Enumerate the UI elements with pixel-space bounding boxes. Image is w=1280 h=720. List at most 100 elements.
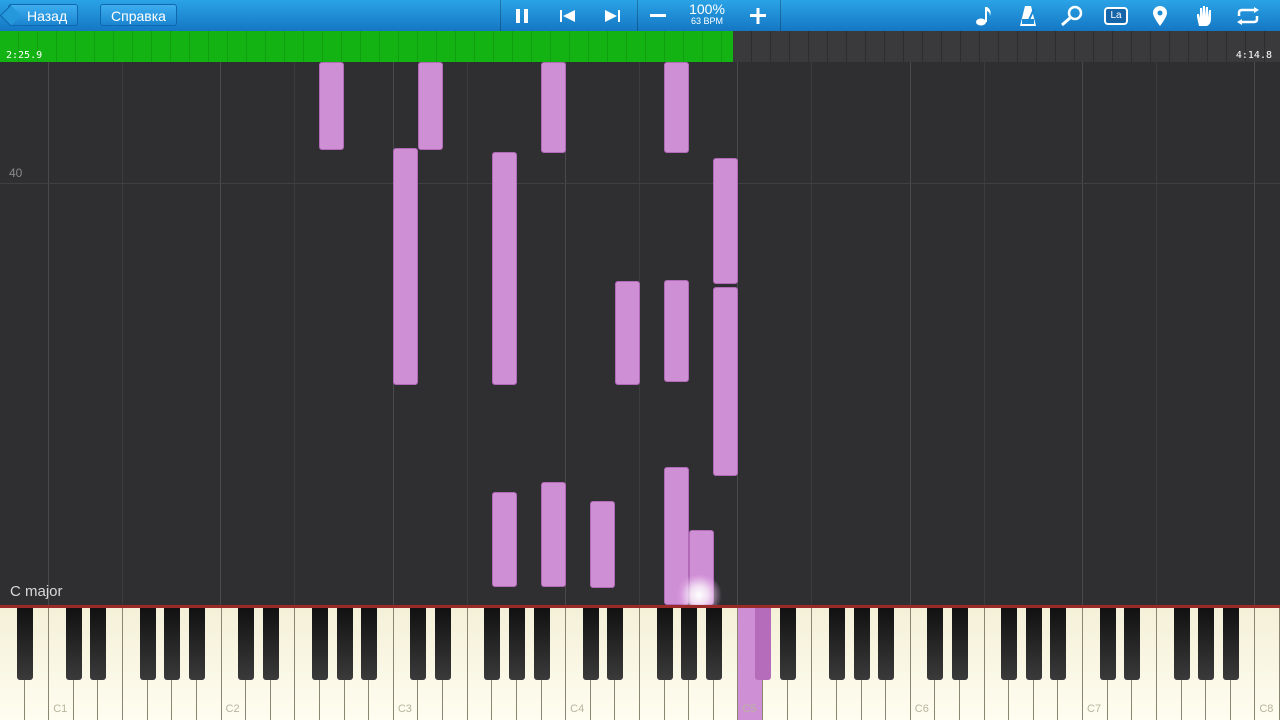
octave-label: C3 [397, 703, 412, 715]
black-key[interactable] [927, 608, 944, 680]
black-key[interactable] [779, 608, 796, 680]
black-key[interactable] [336, 608, 353, 680]
octave-label: C4 [570, 703, 585, 715]
black-key[interactable] [361, 608, 378, 680]
black-key[interactable] [65, 608, 82, 680]
octave-label: C2 [225, 703, 240, 715]
black-key[interactable] [435, 608, 452, 680]
black-key[interactable] [755, 608, 772, 680]
black-key[interactable] [262, 608, 279, 680]
seek-bar-remaining [733, 31, 1280, 62]
black-key[interactable] [1001, 608, 1018, 680]
black-key[interactable] [1099, 608, 1116, 680]
black-key[interactable] [188, 608, 205, 680]
black-key[interactable] [1050, 608, 1067, 680]
note [713, 158, 738, 284]
metronome-button[interactable] [1014, 0, 1042, 31]
note [541, 62, 566, 153]
octave-line [220, 62, 221, 605]
pause-button[interactable] [507, 0, 537, 31]
note [664, 280, 689, 382]
toolbar: Назад Справка 100% 63 BPM La [0, 0, 1280, 31]
black-key[interactable] [484, 608, 501, 680]
next-icon [605, 9, 620, 22]
speed-bpm: 63 BPM [690, 16, 723, 26]
note [664, 62, 689, 153]
black-key[interactable] [656, 608, 673, 680]
octave-line [1082, 62, 1083, 605]
black-key[interactable] [607, 608, 624, 680]
zoom-button[interactable] [1058, 0, 1086, 31]
piano-roll[interactable]: 40 C major [0, 62, 1280, 605]
loop-button[interactable] [1233, 0, 1263, 31]
key-line [122, 62, 123, 605]
key-line [1156, 62, 1157, 605]
note-icon [976, 6, 991, 25]
black-key[interactable] [238, 608, 255, 680]
octave-label: C7 [1087, 703, 1102, 715]
total-time: 4:14.8 [1235, 50, 1272, 61]
black-key[interactable] [1124, 608, 1141, 680]
octave-line [48, 62, 49, 605]
black-key[interactable] [1025, 608, 1042, 680]
previous-button[interactable] [553, 0, 583, 31]
black-key[interactable] [533, 608, 550, 680]
note [713, 287, 738, 476]
octave-label: C5 [742, 703, 757, 715]
speed-percent: 100% [689, 1, 725, 17]
key-signature: C major [10, 583, 63, 600]
black-key[interactable] [311, 608, 328, 680]
tempo-up-button[interactable] [743, 0, 773, 31]
toolbar-divider [500, 0, 501, 31]
black-key[interactable] [1198, 608, 1215, 680]
plus-icon [750, 7, 766, 24]
toolbar-divider [637, 0, 638, 31]
hand-icon [1197, 5, 1211, 26]
notes-button[interactable] [970, 0, 998, 31]
back-button[interactable]: Назад [8, 4, 79, 26]
note [615, 281, 640, 385]
octave-line [1254, 62, 1255, 605]
pause-icon [516, 8, 528, 23]
black-key[interactable] [951, 608, 968, 680]
black-key[interactable] [164, 608, 181, 680]
note [319, 62, 344, 150]
hands-button[interactable] [1190, 0, 1218, 31]
black-key[interactable] [410, 608, 427, 680]
octave-label: C6 [914, 703, 929, 715]
key-line [467, 62, 468, 605]
note [492, 492, 517, 587]
piano-keyboard[interactable]: C1 C2 C3 C4 C5 C6 C7 C8 [0, 605, 1280, 720]
octave-label: C8 [1259, 703, 1274, 715]
black-key[interactable] [878, 608, 895, 680]
help-button[interactable]: Справка [100, 4, 177, 26]
seek-bar[interactable] [0, 31, 1280, 62]
pin-icon [1153, 5, 1167, 26]
tempo-down-button[interactable] [643, 0, 673, 31]
search-icon [1061, 5, 1083, 26]
tempo-display: 100% 63 BPM [683, 2, 731, 26]
black-key[interactable] [582, 608, 599, 680]
black-key[interactable] [853, 608, 870, 680]
measure-number: 40 [9, 166, 23, 180]
loop-icon [1237, 6, 1259, 25]
note [492, 152, 517, 385]
black-key[interactable] [90, 608, 107, 680]
measure-line [0, 183, 1280, 184]
toolbar-divider [780, 0, 781, 31]
black-key[interactable] [705, 608, 722, 680]
black-key[interactable] [828, 608, 845, 680]
black-key[interactable] [681, 608, 698, 680]
metronome-icon [1020, 5, 1036, 26]
marker-button[interactable] [1146, 0, 1174, 31]
black-key[interactable] [508, 608, 525, 680]
black-key[interactable] [139, 608, 156, 680]
note [393, 148, 418, 385]
next-button[interactable] [597, 0, 627, 31]
current-time: 2:25.9 [6, 50, 43, 61]
black-key[interactable] [1222, 608, 1239, 680]
black-key[interactable] [1173, 608, 1190, 680]
labels-button[interactable]: La [1101, 0, 1131, 31]
key-line [984, 62, 985, 605]
black-key[interactable] [16, 608, 33, 680]
